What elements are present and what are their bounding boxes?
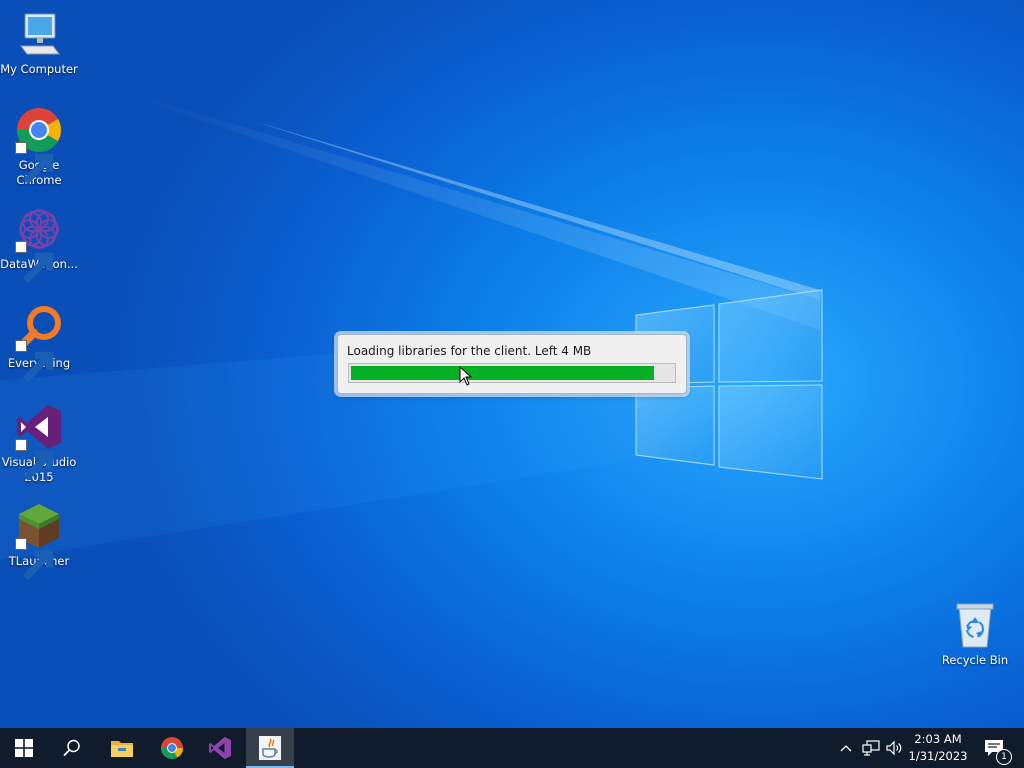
shortcut-arrow-icon <box>15 538 54 580</box>
desktop-icon-everything[interactable]: Everything <box>0 304 78 382</box>
clock-date: 1/31/2023 <box>908 749 968 763</box>
java-icon <box>259 736 281 760</box>
taskbar-java-app[interactable] <box>246 728 294 768</box>
taskbar-file-explorer[interactable] <box>98 728 146 768</box>
desktop-icon-recycle-bin[interactable]: Recycle Bin <box>936 601 1014 668</box>
chevron-up-icon <box>840 745 852 752</box>
search-button[interactable] <box>48 728 96 768</box>
taskbar: 2:03 AM 1/31/2023 1 <box>0 728 1024 768</box>
computer-icon <box>15 10 63 58</box>
taskbar-chrome[interactable] <box>148 728 196 768</box>
visual-studio-icon <box>209 737 231 759</box>
network-button[interactable] <box>861 738 881 758</box>
start-button[interactable] <box>0 728 48 768</box>
network-icon <box>862 740 880 756</box>
desktop: My Computer Google Chrome DataWagon... E… <box>0 0 1024 728</box>
show-hidden-icons-button[interactable] <box>836 738 856 758</box>
desktop-icon-visual-studio[interactable]: Visual Studio 2015 <box>0 403 78 485</box>
everything-search-icon <box>15 304 63 382</box>
shortcut-arrow-icon <box>15 142 54 184</box>
chrome-icon <box>15 106 63 184</box>
recycle-bin-icon <box>951 601 999 649</box>
taskbar-visual-studio[interactable] <box>196 728 244 768</box>
action-center-button[interactable]: 1 <box>978 728 1014 768</box>
volume-button[interactable] <box>884 738 904 758</box>
visual-studio-icon <box>15 403 63 481</box>
chrome-icon <box>161 737 183 759</box>
loading-message: Loading libraries for the client. Left 4… <box>347 344 592 358</box>
desktop-icon-my-computer[interactable]: My Computer <box>0 10 78 77</box>
desktop-icon-tlauncher[interactable]: TLauncher <box>0 502 78 580</box>
desktop-icon-datawagon[interactable]: DataWagon... <box>0 205 78 283</box>
search-icon <box>63 739 80 756</box>
windows-start-icon <box>15 739 33 757</box>
clock-button[interactable]: 2:03 AM 1/31/2023 <box>902 731 974 765</box>
desktop-icon-google-chrome[interactable]: Google Chrome <box>0 106 78 188</box>
datawagon-icon <box>15 205 63 283</box>
desktop-icon-label: Recycle Bin <box>941 653 1009 667</box>
shortcut-arrow-icon <box>15 241 54 283</box>
tlauncher-grass-block-icon <box>15 502 63 580</box>
shortcut-arrow-icon <box>15 340 54 382</box>
loading-dialog: Loading libraries for the client. Left 4… <box>337 334 687 394</box>
progress-bar <box>348 363 676 383</box>
notification-count-badge: 1 <box>996 749 1012 765</box>
file-explorer-icon <box>111 741 133 757</box>
mouse-cursor-icon <box>459 366 473 386</box>
speaker-icon <box>886 740 902 756</box>
shortcut-arrow-icon <box>15 439 54 481</box>
progress-bar-fill <box>351 366 654 380</box>
desktop-icon-label: My Computer <box>0 62 78 76</box>
clock-time: 2:03 AM <box>914 732 962 746</box>
